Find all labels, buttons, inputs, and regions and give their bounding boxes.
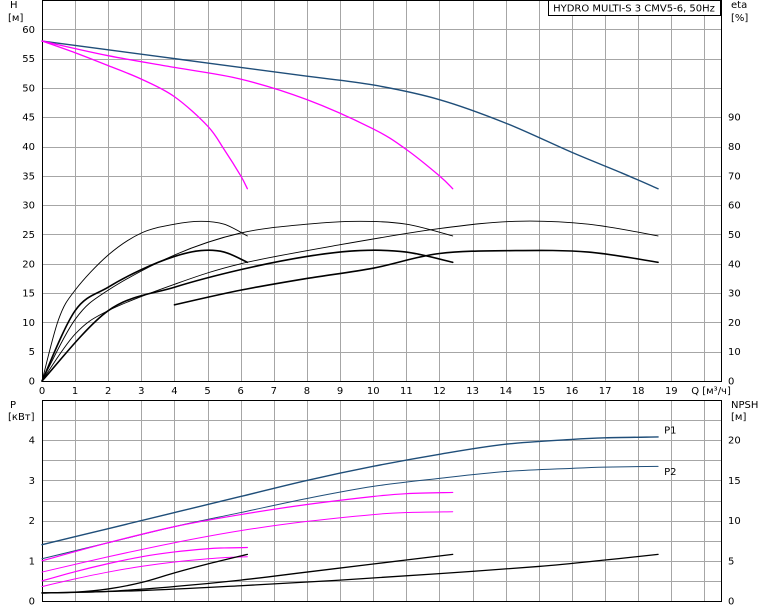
series-line-8 bbox=[41, 220, 659, 382]
x-tick-label: 12 bbox=[433, 386, 446, 397]
x-tick-label: 17 bbox=[599, 386, 612, 397]
grid-lines bbox=[42, 0, 721, 382]
chart-title: HYDRO MULTI-S 3 CMV5-6, 50Hz bbox=[553, 4, 715, 15]
x-tick-label: 14 bbox=[499, 386, 512, 397]
plot-frame bbox=[42, 0, 722, 382]
y-left-tick-label: 5 bbox=[29, 347, 35, 358]
y-right-tick-label: 0 bbox=[728, 597, 734, 608]
x-tick-label: 15 bbox=[532, 386, 545, 397]
y-left-axis-unit: [м] bbox=[8, 13, 23, 24]
head-efficiency-panel: 0510152025303540455055600102030405060708… bbox=[8, 0, 748, 397]
series-line-6 bbox=[41, 220, 454, 382]
y-left-tick-label: 3 bbox=[29, 476, 35, 487]
y-right-tick-label: 20 bbox=[728, 436, 741, 447]
y-left-tick-label: 0 bbox=[29, 597, 35, 608]
series-line-8 bbox=[41, 553, 454, 594]
y-right-axis-unit: [%] bbox=[731, 13, 748, 24]
y-left-tick-label: 2 bbox=[29, 516, 35, 527]
series-line-5 bbox=[41, 249, 249, 382]
y-left-tick-label: 4 bbox=[29, 436, 35, 447]
y-left-tick-label: 10 bbox=[22, 318, 35, 329]
x-tick-label: 18 bbox=[632, 386, 645, 397]
y-left-tick-label: 55 bbox=[22, 54, 35, 65]
x-tick-label: 1 bbox=[72, 386, 78, 397]
series-line-1 bbox=[41, 436, 659, 546]
y-right-axis-unit: [м] bbox=[731, 412, 746, 423]
x-tick-label: 6 bbox=[238, 386, 244, 397]
y-right-tick-label: 15 bbox=[728, 476, 741, 487]
y-right-tick-label: 10 bbox=[728, 347, 741, 358]
x-tick-label: 16 bbox=[566, 386, 579, 397]
y-left-tick-label: 50 bbox=[22, 83, 35, 94]
y-right-tick-label: 80 bbox=[728, 142, 741, 153]
y-right-tick-label: 90 bbox=[728, 113, 741, 124]
y-right-tick-label: 60 bbox=[728, 201, 741, 212]
x-axis-label: Q [м³/ч] bbox=[691, 386, 731, 397]
power-npsh-panel: 0 1 2 3 4 0 5 10 15 20 P[кВт] NPSH[м] P1 P2 bbox=[8, 400, 758, 608]
x-tick-label: 4 bbox=[171, 386, 177, 397]
x-tick-label: 3 bbox=[138, 386, 144, 397]
y-right-axis-label: NPSH bbox=[731, 400, 758, 411]
y-left-tick-label: 25 bbox=[22, 230, 35, 241]
y-left-axis-label: P bbox=[10, 400, 16, 411]
x-tick-label: 7 bbox=[271, 386, 277, 397]
series-line-4 bbox=[41, 220, 248, 382]
y-left-tick-label: 40 bbox=[22, 142, 35, 153]
series-line-3 bbox=[41, 491, 454, 562]
y-right-tick-label: 50 bbox=[728, 230, 741, 241]
series-line-7 bbox=[41, 249, 454, 382]
y-right-tick-label: 10 bbox=[728, 516, 741, 527]
chart-title-box: HYDRO MULTI-S 3 CMV5-6, 50Hz bbox=[548, 0, 721, 16]
series-line-9 bbox=[173, 249, 659, 306]
x-tick-label: 9 bbox=[337, 386, 343, 397]
y-left-tick-label: 35 bbox=[22, 171, 35, 182]
x-tick-label: 19 bbox=[665, 386, 678, 397]
y-left-tick-label: 1 bbox=[29, 556, 35, 567]
y-left-tick-label: 30 bbox=[22, 201, 35, 212]
y-right-tick-label: 5 bbox=[728, 556, 734, 567]
series-label: P2 bbox=[664, 467, 676, 478]
y-left-tick-label: 20 bbox=[22, 259, 35, 270]
series-label: P1 bbox=[664, 426, 676, 437]
y-left-tick-label: 60 bbox=[22, 25, 35, 36]
series-line-1 bbox=[41, 40, 659, 190]
y-right-tick-label: 70 bbox=[728, 171, 741, 182]
y-right-tick-label: 40 bbox=[728, 259, 741, 270]
y-right-tick-label: 30 bbox=[728, 289, 741, 300]
y-right-axis-label: eta bbox=[731, 0, 747, 11]
y-left-axis-label: H bbox=[10, 0, 18, 11]
y-left-tick-label: 45 bbox=[22, 113, 35, 124]
y-left-tick-label: 0 bbox=[29, 377, 35, 388]
y-left-axis-unit: [кВт] bbox=[8, 412, 35, 423]
x-tick-label: 2 bbox=[105, 386, 111, 397]
series-group bbox=[41, 40, 659, 382]
x-tick-label: 5 bbox=[204, 386, 210, 397]
x-tick-label: 13 bbox=[466, 386, 479, 397]
x-tick-label: 10 bbox=[367, 386, 380, 397]
x-tick-label: 8 bbox=[304, 386, 310, 397]
series-line-9 bbox=[41, 553, 659, 594]
pump-performance-chart: 0510152025303540455055600102030405060708… bbox=[8, 0, 758, 608]
y-left-tick-label: 15 bbox=[22, 289, 35, 300]
y-right-tick-label: 20 bbox=[728, 318, 741, 329]
grid-lines bbox=[42, 400, 721, 602]
series-line-3 bbox=[41, 40, 249, 190]
x-tick-label: 11 bbox=[400, 386, 413, 397]
x-tick-label: 0 bbox=[39, 386, 45, 397]
